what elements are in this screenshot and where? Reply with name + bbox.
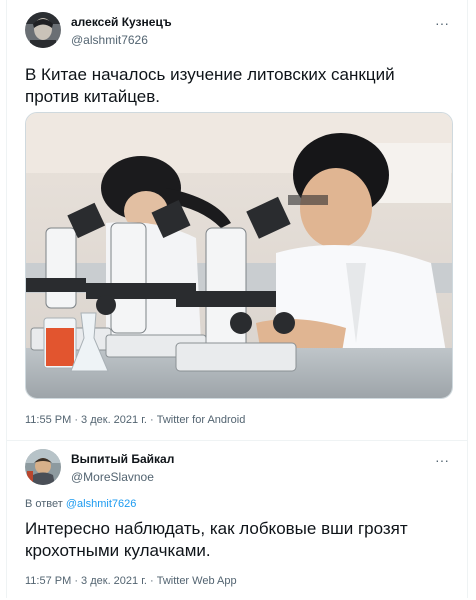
tweet-timestamp[interactable]: 11:57 PM · 3 дек. 2021 г. · Twitter Web … [25, 575, 237, 587]
tweet-photo[interactable] [25, 112, 453, 399]
thread-container: алексей Кузнецъ @alshmit7626 ··· В Китае… [6, 0, 468, 598]
avatar[interactable] [25, 12, 61, 48]
reply-tweet[interactable]: Выпитый Байкал @MoreSlavnoe ··· В ответ … [7, 441, 467, 598]
more-options-icon[interactable]: ··· [435, 453, 449, 467]
reply-to-label: В ответ [25, 498, 66, 510]
user-handle[interactable]: @alshmit7626 [71, 33, 148, 47]
avatar-image [25, 12, 61, 48]
avatar[interactable] [25, 449, 61, 485]
tweet[interactable]: алексей Кузнецъ @alshmit7626 ··· В Китае… [7, 0, 467, 441]
more-options-icon[interactable]: ··· [435, 16, 449, 30]
tweet-text: В Китае началось изучение литовских санк… [25, 65, 395, 106]
avatar-image [25, 449, 61, 485]
reply-to-handle-link[interactable]: @alshmit7626 [66, 498, 136, 510]
user-handle[interactable]: @MoreSlavnoe [71, 470, 154, 484]
tweet-timestamp[interactable]: 11:55 PM · 3 дек. 2021 г. · Twitter for … [25, 414, 245, 426]
reply-to-line: В ответ @alshmit7626 [25, 498, 136, 510]
lab-microscope-image [26, 113, 452, 398]
display-name[interactable]: алексей Кузнецъ [71, 15, 172, 29]
tweet-text: Интересно наблюдать, как лобковые вши гр… [25, 519, 408, 560]
display-name[interactable]: Выпитый Байкал [71, 452, 174, 466]
